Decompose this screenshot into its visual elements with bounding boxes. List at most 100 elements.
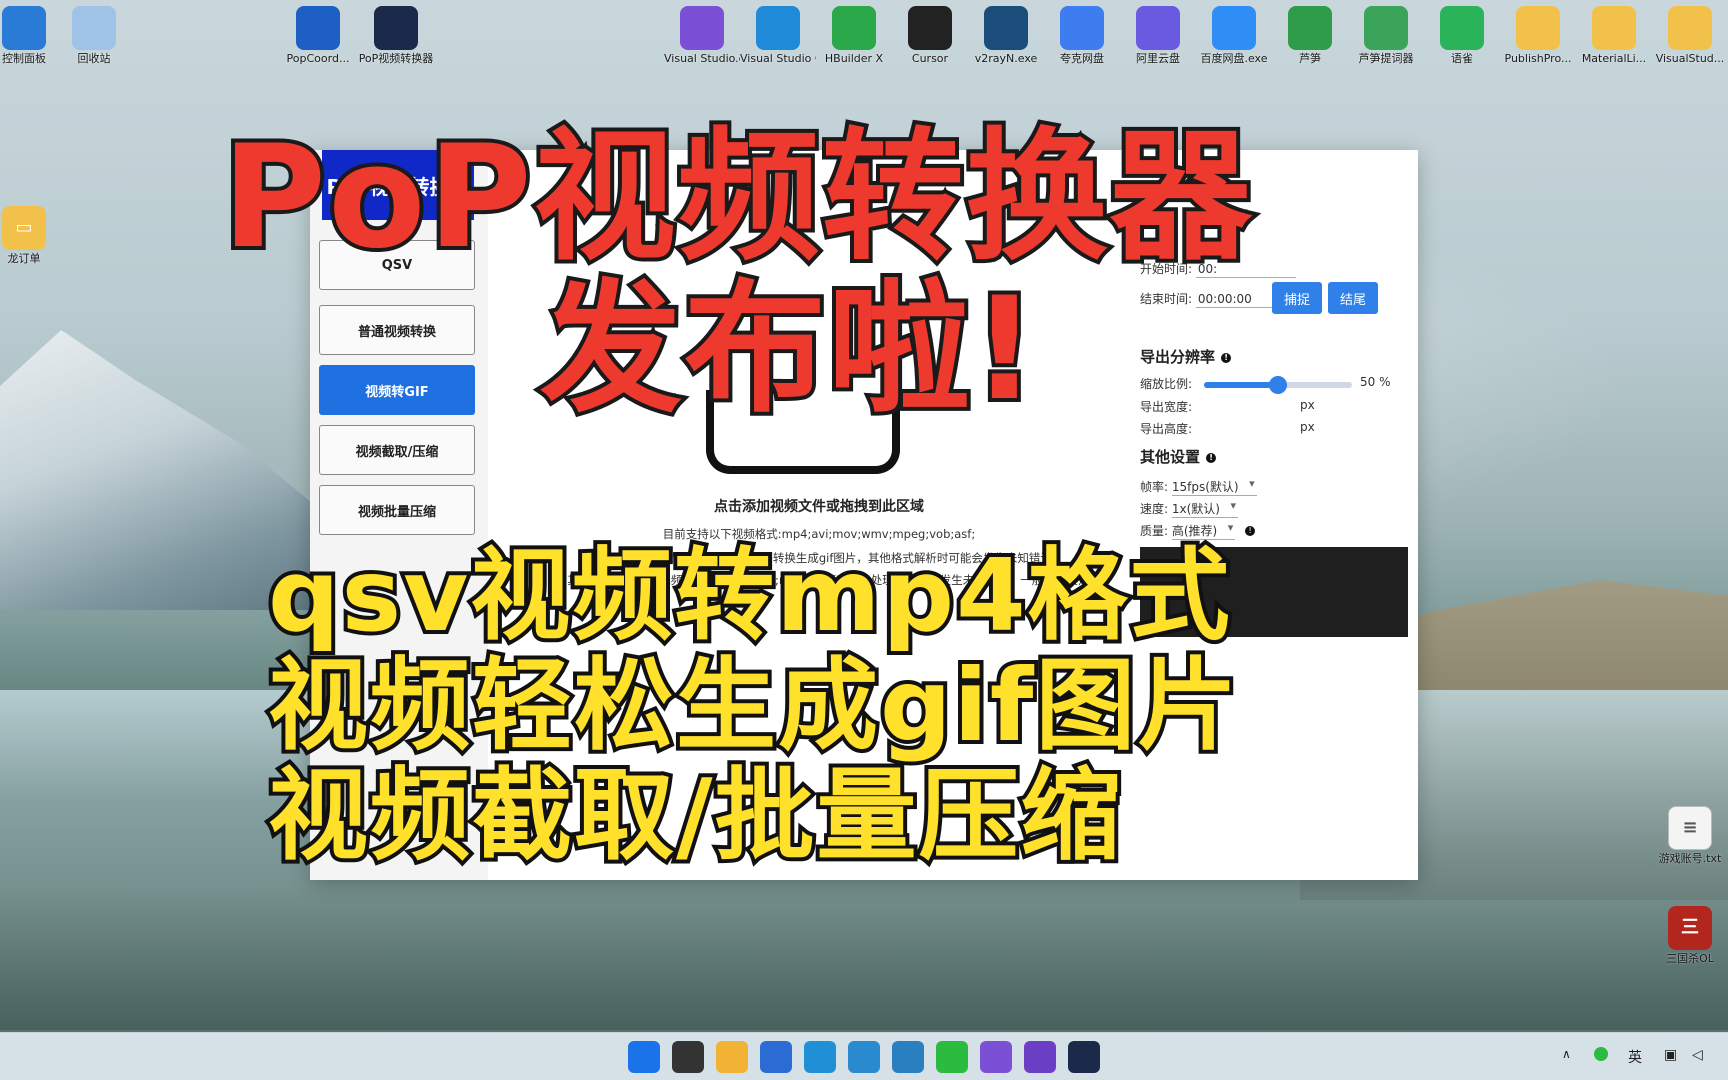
desktop-icon-label: HBuilder X — [824, 52, 884, 65]
network-icon[interactable]: ▣ — [1664, 1047, 1677, 1063]
start-time-row: 开始时间: 00: — [1140, 260, 1296, 278]
desktop-icon[interactable]: 百度网盘.exe — [1196, 0, 1272, 66]
fps-select[interactable]: 15fps(默认) — [1171, 477, 1257, 496]
desktop-icon[interactable]: 芦笋 — [1272, 0, 1348, 66]
tray-chevron-icon[interactable]: ∧ — [1562, 1047, 1571, 1061]
edge-icon[interactable] — [804, 1041, 836, 1073]
desktop-icon-game-account-txt[interactable]: ≡ 游戏账号.txt — [1652, 800, 1728, 866]
desktop-icon[interactable]: 阿里云盘 — [1120, 0, 1196, 66]
ime-indicator[interactable]: 英 — [1628, 1047, 1642, 1067]
desktop-icon[interactable]: PublishPro... — [1500, 0, 1576, 66]
sidebar-item-clip-compress[interactable]: 视频截取/压缩 — [319, 425, 475, 475]
quality-select[interactable]: 高(推荐) — [1171, 521, 1236, 540]
info-icon[interactable]: ! — [1245, 526, 1256, 536]
desktop-icon[interactable]: 控制面板 — [0, 0, 62, 66]
windows-start-icon[interactable] — [628, 1041, 660, 1073]
drop-zone-title: 点击添加视频文件或拖拽到此区域 — [714, 499, 924, 515]
desktop-icon-label: Visual Studio.exe — [664, 52, 740, 65]
lusun-icon — [1288, 6, 1332, 50]
sanguosha-icon: 三 — [1668, 906, 1712, 950]
desktop-icon-label: 语雀 — [1451, 52, 1473, 65]
desktop-icon[interactable]: PopCoord... — [280, 0, 356, 66]
taskbar: ∧ 英 ▣ ◁ — [0, 1032, 1728, 1080]
sidebar-item-normal-convert[interactable]: 普通视频转换 — [319, 305, 475, 355]
desktop-icon[interactable]: Visual Studio Code — [740, 0, 816, 66]
speed-select[interactable]: 1x(默认) — [1171, 499, 1238, 518]
wechat-tray-icon[interactable] — [1594, 1047, 1608, 1061]
desktop-icon[interactable]: MaterialLi... — [1576, 0, 1652, 66]
edge-beta-icon[interactable] — [848, 1041, 880, 1073]
visual-studio-icon[interactable] — [980, 1041, 1012, 1073]
control-panel-icon — [2, 6, 46, 50]
app-sidebar: PoP视频转换器 QSV 普通视频转换 视频转GIF 视频截取/压缩 视频批量压… — [310, 150, 488, 880]
pop-video-converter-window: PoP视频转换器 QSV 普通视频转换 视频转GIF 视频截取/压缩 视频批量压… — [310, 150, 1418, 880]
desktop-icon-label: PublishPro... — [1504, 52, 1572, 65]
quality-label: 质量: — [1140, 524, 1169, 538]
start-time-input[interactable]: 00: — [1195, 261, 1296, 278]
scale-slider-thumb[interactable] — [1269, 376, 1287, 394]
end-button[interactable]: 结尾 — [1328, 282, 1378, 314]
desktop-icon[interactable]: 芦笋提词器 — [1348, 0, 1424, 66]
info-icon[interactable]: ! — [1206, 453, 1217, 463]
scale-value[interactable]: 50 — [1360, 375, 1375, 389]
desktop-icon-label: 夸克网盘 — [1060, 52, 1104, 65]
desktop-icon-label: MaterialLi... — [1581, 52, 1647, 65]
desktop-icon-label: 三国杀OL — [1666, 952, 1714, 965]
pop-video-converter-icon[interactable] — [1068, 1041, 1100, 1073]
drop-zone-extra-formats: 若其能另外支持以下视频格式:swf;flv;mkv;rmvb(隐藏功能，处理时可… — [555, 573, 1083, 587]
start-time-label: 开始时间: — [1140, 262, 1193, 276]
desktop-icon[interactable]: VisualStud... — [1652, 0, 1728, 66]
desktop-icon[interactable]: 夸克网盘 — [1044, 0, 1120, 66]
cursor-icon — [908, 6, 952, 50]
scale-slider[interactable] — [1204, 376, 1352, 394]
v2rayn-icon — [984, 6, 1028, 50]
capture-button[interactable]: 捕捉 — [1272, 282, 1322, 314]
desktop-icon-label: 百度网盘.exe — [1200, 52, 1268, 65]
microsoft-store-icon[interactable] — [760, 1041, 792, 1073]
desktop-icon-label: VisualStud... — [1655, 52, 1725, 65]
desktop-icon[interactable]: HBuilder X — [816, 0, 892, 66]
export-height-unit: px — [1300, 420, 1315, 434]
resolution-section-title: 导出分辨率! — [1140, 346, 1232, 367]
desktop-icon[interactable]: Cursor — [892, 0, 968, 66]
desktop-icon[interactable]: PoP视频转换器 — [358, 0, 434, 66]
folder-icon — [1516, 6, 1560, 50]
operation-log-title: 操作记录: — [1148, 559, 1201, 573]
volume-icon[interactable]: ◁ — [1692, 1047, 1703, 1063]
visual-studio-icon[interactable] — [1024, 1041, 1056, 1073]
fps-row: 帧率: 15fps(默认) — [1140, 477, 1257, 496]
aliyun-drive-icon — [1136, 6, 1180, 50]
other-settings-title-text: 其他设置 — [1140, 448, 1201, 466]
folder-icon — [1592, 6, 1636, 50]
desktop-icon-label: v2rayN.exe — [974, 52, 1038, 65]
desktop-icon[interactable]: v2rayN.exe — [968, 0, 1044, 66]
speed-row: 速度: 1x(默认) — [1140, 499, 1238, 518]
desktop-icon-label: 龙订单 — [7, 252, 41, 265]
desktop-icon-folder-left[interactable]: ▭ 龙订单 — [0, 200, 62, 266]
search-icon[interactable] — [672, 1041, 704, 1073]
file-explorer-icon[interactable] — [716, 1041, 748, 1073]
desktop-icon-label: 控制面板 — [2, 52, 46, 65]
info-icon[interactable]: ! — [1221, 353, 1232, 363]
desktop-icon[interactable]: 回收站 — [56, 0, 132, 66]
edge-dev-icon[interactable] — [892, 1041, 924, 1073]
end-time-label: 结束时间: — [1140, 292, 1193, 306]
desktop-icon[interactable]: Visual Studio.exe — [664, 0, 740, 66]
sidebar-item-batch-compress[interactable]: 视频批量压缩 — [319, 485, 475, 535]
scale-label: 缩放比例: — [1140, 377, 1193, 391]
app-logo: PoP视频转换器 — [322, 150, 474, 220]
desktop-icon-label: Visual Studio Code — [740, 52, 816, 65]
desktop-icon[interactable]: 语雀 — [1424, 0, 1500, 66]
desktop-icon-label: 游戏账号.txt — [1658, 852, 1722, 865]
desktop-icon-label: 阿里云盘 — [1136, 52, 1180, 65]
folder-icon: ▭ — [2, 206, 46, 250]
quark-cloud-icon — [1060, 6, 1104, 50]
hbuilderx-icon — [832, 6, 876, 50]
sidebar-item-qsv[interactable]: QSV — [319, 240, 475, 290]
wechat-icon[interactable] — [936, 1041, 968, 1073]
desktop-icon-label: PoP视频转换器 — [358, 52, 434, 65]
desktop-icon-sanguosha[interactable]: 三 三国杀OL — [1652, 900, 1728, 966]
video-drop-zone[interactable]: 点击添加视频文件或拖拽到此区域 目前支持以下视频格式:mp4;avi;mov;w… — [488, 150, 1150, 750]
sidebar-item-video-to-gif[interactable]: 视频转GIF — [319, 365, 475, 415]
drop-zone-formats: 目前支持以下视频格式:mp4;avi;mov;wmv;mpeg;vob;asf; — [662, 527, 976, 541]
